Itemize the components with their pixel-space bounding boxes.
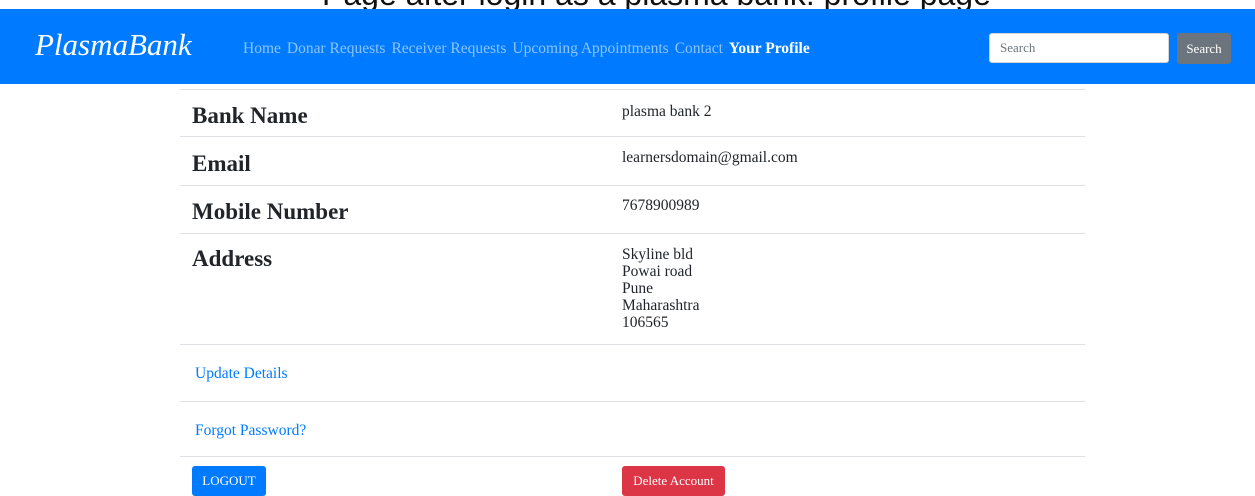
address-line: Pune xyxy=(622,280,653,297)
nav-receiver-requests[interactable]: Receiver Requests xyxy=(391,40,506,58)
mobile-value: 7678900989 xyxy=(622,197,700,214)
row-mobile: Mobile Number 7678900989 xyxy=(180,185,1085,233)
bank-name-label: Bank Name xyxy=(192,103,308,128)
search-button[interactable]: Search xyxy=(1177,33,1231,64)
bank-name-value: plasma bank 2 xyxy=(622,103,712,120)
row-address: Address Skyline bld Powai road Pune Maha… xyxy=(180,233,1085,344)
email-label: Email xyxy=(192,151,251,176)
page-caption-clipped: Page after login as a plasma bank: profi… xyxy=(0,0,1255,9)
brand-logo[interactable]: PlasmaBank xyxy=(35,27,192,63)
navbar: PlasmaBank Home Donar Requests Receiver … xyxy=(0,9,1255,84)
nav-home[interactable]: Home xyxy=(243,40,281,58)
address-label: Address xyxy=(192,246,273,271)
logout-button[interactable]: LOGOUT xyxy=(192,466,266,496)
forgot-password-link[interactable]: Forgot Password? xyxy=(195,422,306,440)
nav-links: Home Donar Requests Receiver Requests Up… xyxy=(243,40,816,58)
row-forgot-password: Forgot Password? xyxy=(180,401,1085,456)
profile-table: Bank Name plasma bank 2 Email learnersdo… xyxy=(180,84,1085,496)
nav-donar-requests[interactable]: Donar Requests xyxy=(287,40,386,58)
email-value: learnersdomain@gmail.com xyxy=(622,149,798,166)
update-details-link[interactable]: Update Details xyxy=(195,365,288,383)
search-input[interactable] xyxy=(989,33,1169,63)
row-email: Email learnersdomain@gmail.com xyxy=(180,136,1085,185)
nav-your-profile[interactable]: Your Profile xyxy=(729,40,810,58)
page-caption: Page after login as a plasma bank: profi… xyxy=(322,0,991,9)
address-line: Powai road xyxy=(622,263,693,280)
address-value: Skyline bld Powai road Pune Maharashtra … xyxy=(622,246,699,331)
address-line: Skyline bld xyxy=(622,246,694,263)
delete-account-button[interactable]: Delete Account xyxy=(622,466,725,496)
address-line: Maharashtra xyxy=(622,297,700,314)
nav-upcoming-appointments[interactable]: Upcoming Appointments xyxy=(512,40,668,58)
mobile-label: Mobile Number xyxy=(192,199,349,224)
nav-contact[interactable]: Contact xyxy=(675,40,723,58)
row-update-details: Update Details xyxy=(180,344,1085,401)
row-bank-name: Bank Name plasma bank 2 xyxy=(180,89,1085,136)
address-line: 106565 xyxy=(622,314,669,331)
